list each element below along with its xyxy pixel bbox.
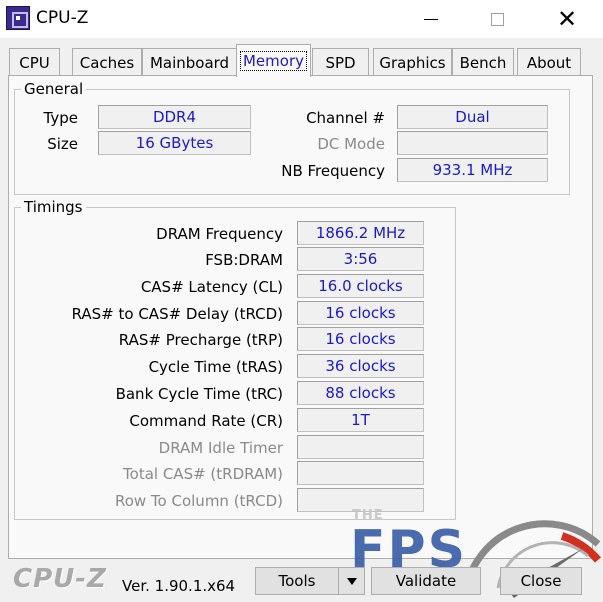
maximize-button[interactable] [474, 0, 520, 38]
nb-frequency-value: 933.1 MHz [397, 158, 548, 182]
ras-to-cas-label: RAS# to CAS# Delay (tRCD) [71, 305, 283, 323]
cas-latency-value: 16.0 clocks [297, 274, 424, 298]
type-value: DDR4 [98, 105, 251, 129]
bank-cycle-time-value: 88 clocks [297, 381, 424, 405]
type-label: Type [43, 109, 78, 127]
command-rate-value: 1T [297, 408, 424, 432]
tab-about[interactable]: About [517, 48, 581, 76]
dram-idle-timer-label: DRAM Idle Timer [158, 439, 283, 457]
nb-frequency-label: NB Frequency [281, 162, 385, 180]
dropdown-arrow-icon [346, 577, 357, 585]
validate-button[interactable]: Validate [371, 567, 481, 595]
size-label: Size [47, 135, 78, 153]
fsb-dram-label: FSB:DRAM [205, 251, 283, 269]
timings-group-title: Timings [21, 198, 86, 216]
cas-latency-label: CAS# Latency (CL) [140, 278, 283, 296]
tab-caches[interactable]: Caches [72, 48, 142, 76]
tab-spd[interactable]: SPD [312, 48, 369, 76]
cpu-z-brand-logo: CPU-Z [13, 564, 107, 594]
ras-to-cas-value: 16 clocks [297, 301, 424, 325]
bank-cycle-time-label: Bank Cycle Time (tRC) [115, 385, 283, 403]
minimize-button[interactable] [408, 0, 454, 38]
tab-mainboard[interactable]: Mainboard [142, 48, 237, 76]
tools-button[interactable]: Tools [255, 567, 339, 595]
dc-mode-label: DC Mode [317, 135, 385, 153]
dc-mode-value [397, 131, 548, 155]
ras-precharge-label: RAS# Precharge (tRP) [118, 331, 283, 349]
minimize-icon [424, 18, 438, 20]
timings-group: Timings DRAM Frequency 1866.2 MHz FSB:DR… [14, 198, 456, 520]
tab-graphics[interactable]: Graphics [373, 48, 452, 76]
size-value: 16 GBytes [98, 131, 251, 155]
tools-dropdown-button[interactable] [338, 567, 365, 595]
channel-value: Dual [397, 105, 548, 129]
close-window-button[interactable]: ✕ [544, 0, 590, 38]
tab-bench[interactable]: Bench [452, 48, 514, 76]
memory-tab-panel: General Type DDR4 Size 16 GBytes Channel… [8, 75, 593, 559]
close-button[interactable]: Close [500, 567, 582, 595]
tab-memory[interactable]: Memory [236, 44, 311, 77]
ras-precharge-value: 16 clocks [297, 327, 424, 351]
title-bar: CPU-Z ✕ [0, 0, 603, 38]
dram-frequency-label: DRAM Frequency [156, 225, 283, 243]
general-group-title: General [21, 80, 87, 98]
cycle-time-value: 36 clocks [297, 354, 424, 378]
cpu-z-app-icon[interactable] [6, 6, 30, 30]
total-cas-label: Total CAS# (tRDRAM) [123, 465, 283, 483]
maximize-icon [490, 12, 504, 26]
tab-cpu[interactable]: CPU [9, 48, 60, 76]
window-title: CPU-Z [36, 8, 89, 28]
version-label: Ver. 1.90.1.x64 [122, 577, 236, 595]
fsb-dram-value: 3:56 [297, 247, 424, 271]
close-icon: ✕ [556, 5, 578, 33]
cycle-time-label: Cycle Time (tRAS) [148, 358, 283, 376]
row-to-column-value [297, 488, 424, 512]
command-rate-label: Command Rate (CR) [129, 412, 283, 430]
total-cas-value [297, 461, 424, 485]
row-to-column-label: Row To Column (tRCD) [114, 492, 283, 510]
channel-label: Channel # [306, 109, 385, 127]
dram-idle-timer-value [297, 435, 424, 459]
general-group: General Type DDR4 Size 16 GBytes Channel… [14, 80, 570, 195]
dram-frequency-value: 1866.2 MHz [297, 221, 424, 245]
